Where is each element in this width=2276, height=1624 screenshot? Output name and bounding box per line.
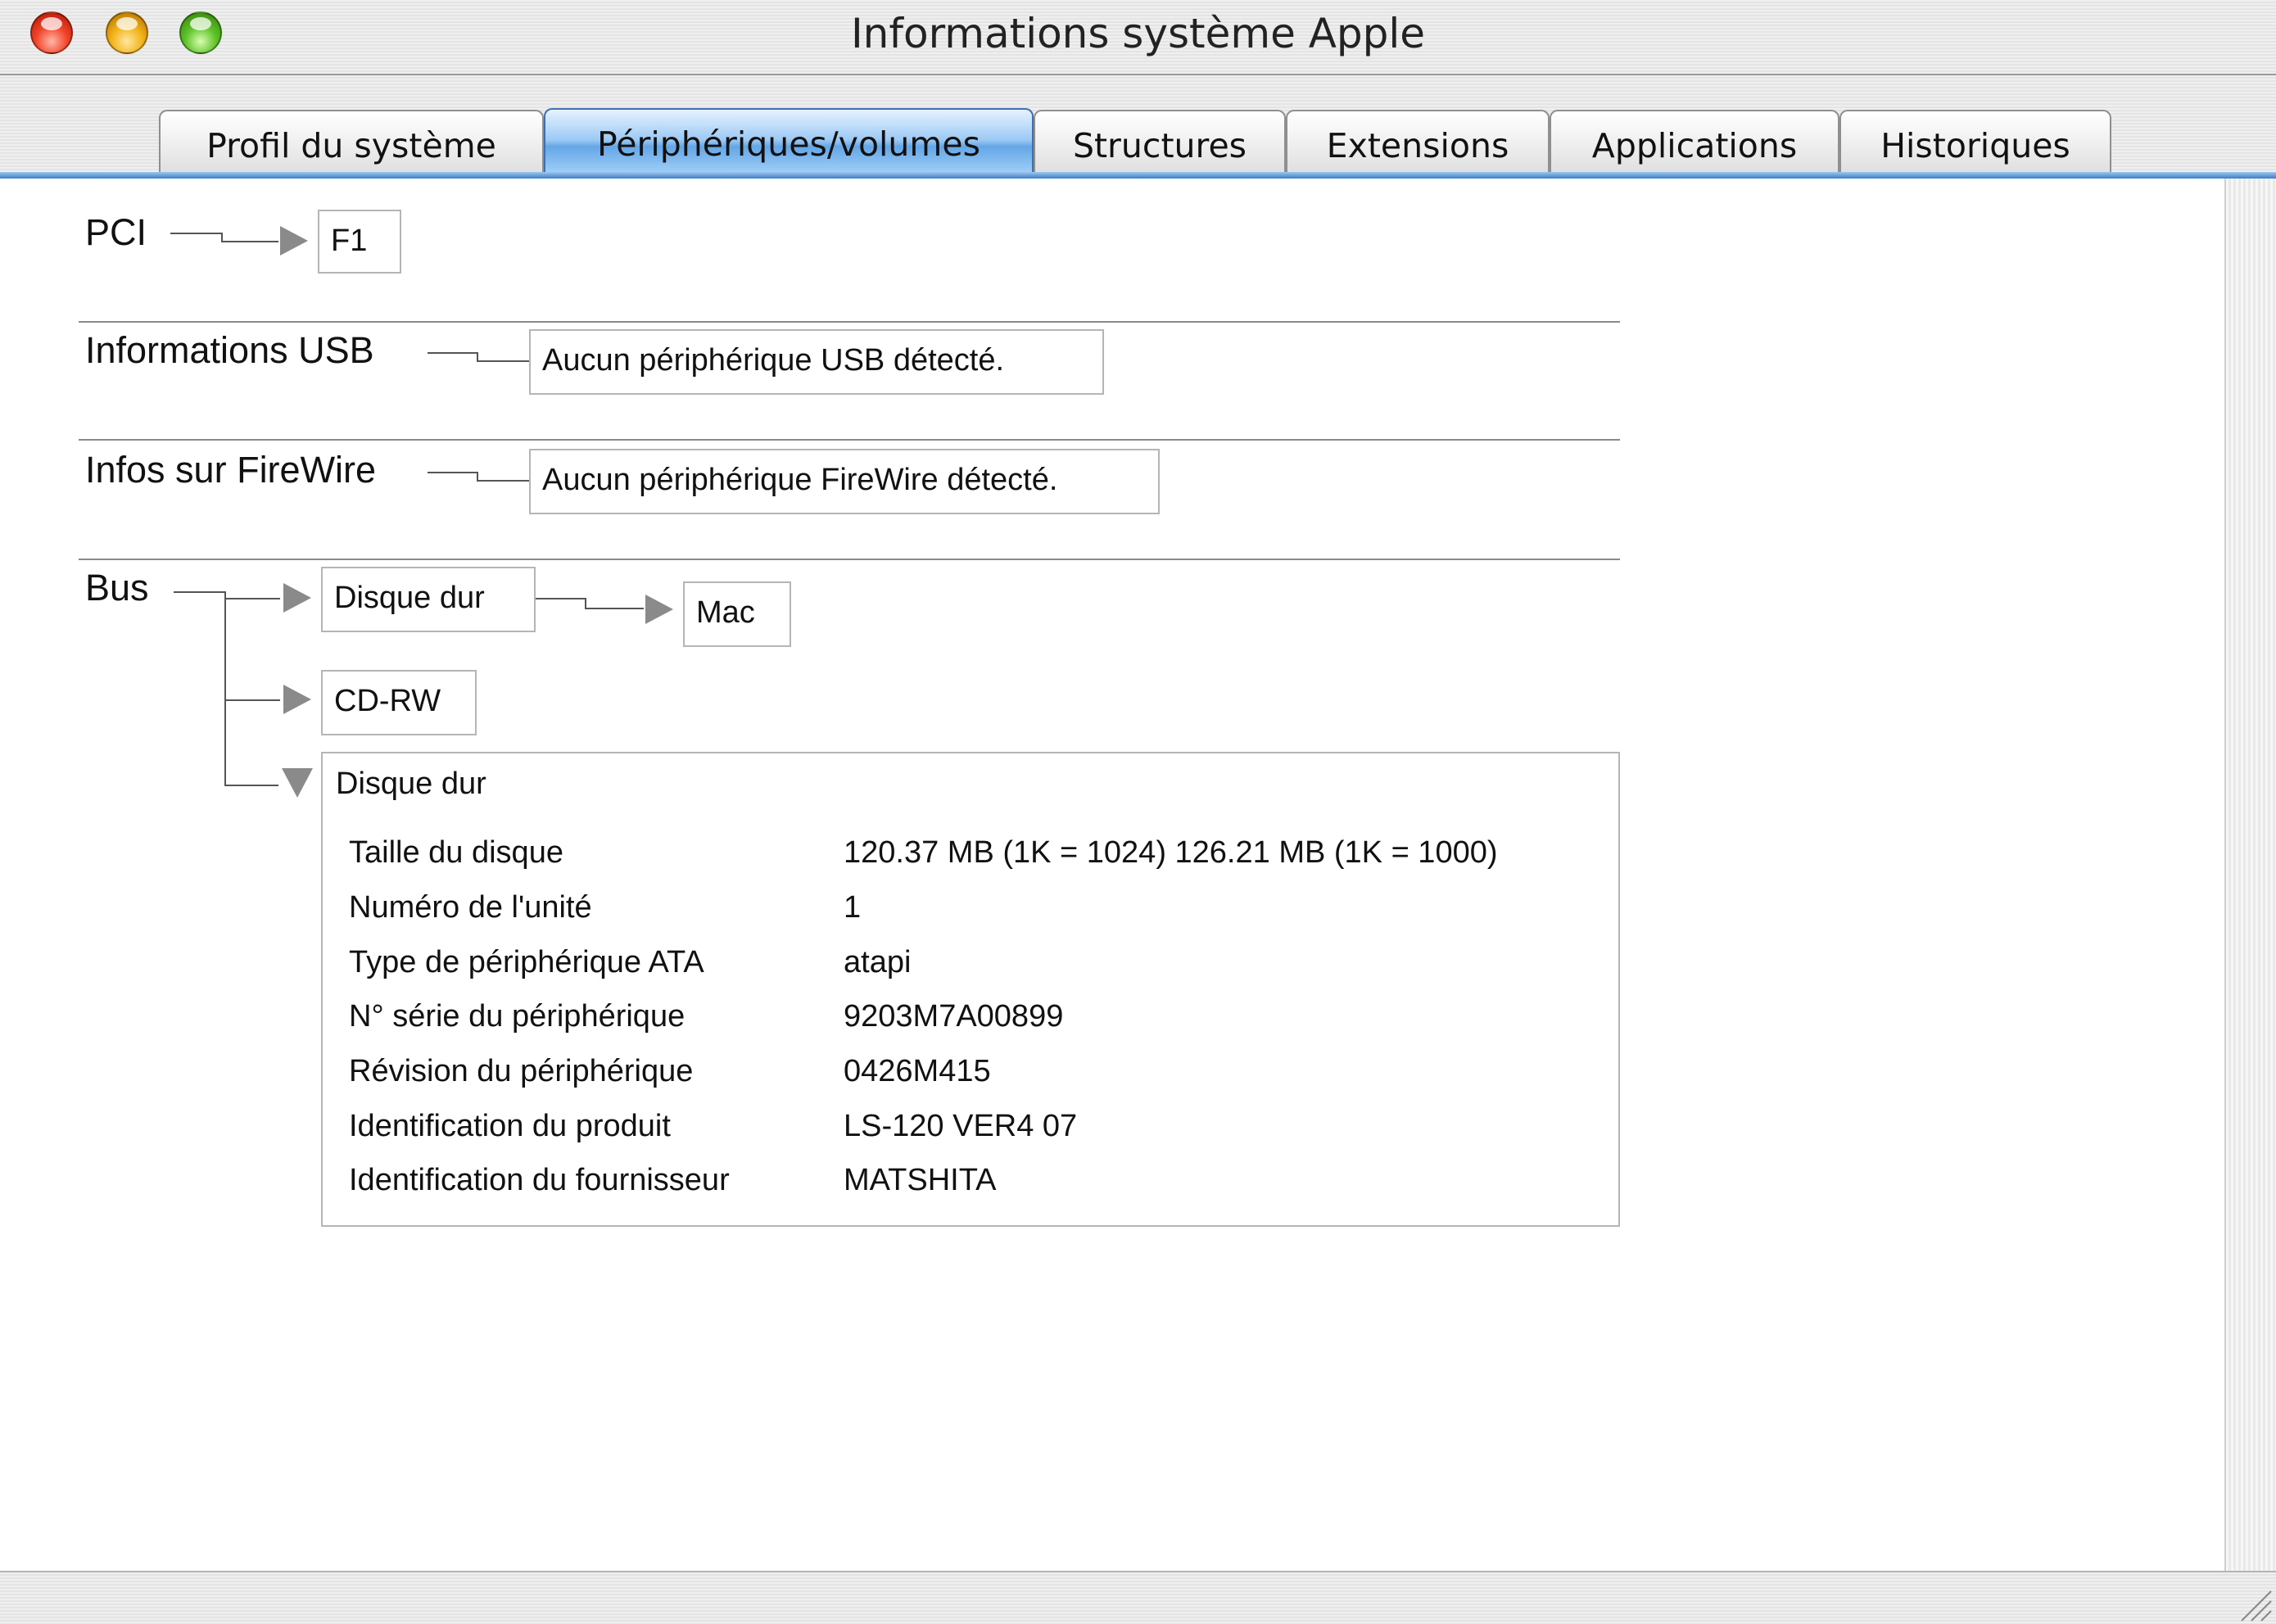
- devices-panel: PCI F1 Informations USB Aucun périphériq…: [0, 179, 2224, 1571]
- connector: [221, 241, 278, 242]
- connector: [477, 480, 529, 482]
- details-value: 120.37 MB (1K = 1024) 126.21 MB (1K = 10…: [844, 835, 1498, 870]
- connector: [224, 785, 278, 786]
- details-title: Disque dur: [336, 767, 486, 801]
- details-key: N° série du périphérique: [349, 999, 686, 1034]
- tab-bar: Profil du système Périphériques/volumes …: [0, 105, 2276, 177]
- connector: [224, 598, 280, 599]
- connector: [174, 591, 226, 593]
- pci-device-f1[interactable]: F1: [318, 210, 401, 274]
- tab-extensions[interactable]: Extensions: [1286, 110, 1550, 175]
- tab-logs[interactable]: Historiques: [1839, 110, 2111, 175]
- details-key: Identification du fournisseur: [349, 1163, 730, 1197]
- expand-triangle-icon[interactable]: [283, 685, 311, 714]
- connector: [585, 608, 644, 609]
- details-value: MATSHITA: [844, 1163, 997, 1197]
- details-value: 1: [844, 890, 862, 925]
- details-key: Identification du produit: [349, 1109, 671, 1143]
- section-divider: [79, 559, 1620, 560]
- details-value: 9203M7A00899: [844, 999, 1064, 1034]
- tab-devices-volumes[interactable]: Périphériques/volumes: [544, 108, 1034, 177]
- tab-underline: [0, 172, 2276, 179]
- bus-device-hard-disk[interactable]: Disque dur: [321, 567, 536, 632]
- section-divider: [79, 439, 1620, 441]
- bottom-bar: [0, 1571, 2276, 1624]
- connector: [428, 352, 478, 354]
- expand-triangle-icon[interactable]: [283, 583, 311, 613]
- bus-label: Bus: [85, 567, 149, 608]
- title-bar[interactable]: Informations système Apple: [0, 0, 2276, 75]
- connector: [477, 360, 529, 362]
- window-title: Informations système Apple: [850, 10, 1426, 57]
- details-key: Taille du disque: [349, 835, 563, 870]
- details-value: 0426M415: [844, 1054, 991, 1088]
- connector: [536, 598, 586, 599]
- connector: [428, 472, 478, 473]
- volume-mac[interactable]: Mac: [683, 581, 791, 647]
- details-key: Type de périphérique ATA: [349, 945, 704, 979]
- usb-label: Informations USB: [85, 329, 374, 371]
- connector: [170, 233, 223, 234]
- usb-message: Aucun périphérique USB détecté.: [529, 329, 1104, 395]
- details-key: Révision du périphérique: [349, 1054, 694, 1088]
- connector: [224, 699, 280, 701]
- hard-disk-details-panel[interactable]: Disque dur Taille du disque 120.37 MB (1…: [321, 752, 1620, 1227]
- tab-system-profile[interactable]: Profil du système: [159, 110, 544, 175]
- details-value: atapi: [844, 945, 912, 979]
- tab-structures[interactable]: Structures: [1034, 110, 1286, 175]
- resize-grip-icon[interactable]: [2233, 1583, 2273, 1622]
- expand-triangle-icon[interactable]: [645, 595, 673, 624]
- system-info-window: Informations système Apple Profil du sys…: [0, 0, 2276, 1624]
- details-value: LS-120 VER4 07: [844, 1109, 1078, 1143]
- firewire-label: Infos sur FireWire: [85, 449, 377, 491]
- details-key: Numéro de l'unité: [349, 890, 592, 925]
- pci-label: PCI: [85, 211, 147, 253]
- connector: [224, 591, 226, 786]
- section-divider: [79, 321, 1620, 323]
- collapse-triangle-icon[interactable]: [282, 768, 313, 798]
- bus-device-cd-rw[interactable]: CD-RW: [321, 670, 477, 735]
- firewire-message: Aucun périphérique FireWire détecté.: [529, 449, 1160, 514]
- expand-triangle-icon[interactable]: [280, 226, 308, 256]
- tab-applications[interactable]: Applications: [1550, 110, 1839, 175]
- vertical-scrollbar[interactable]: [2224, 179, 2276, 1571]
